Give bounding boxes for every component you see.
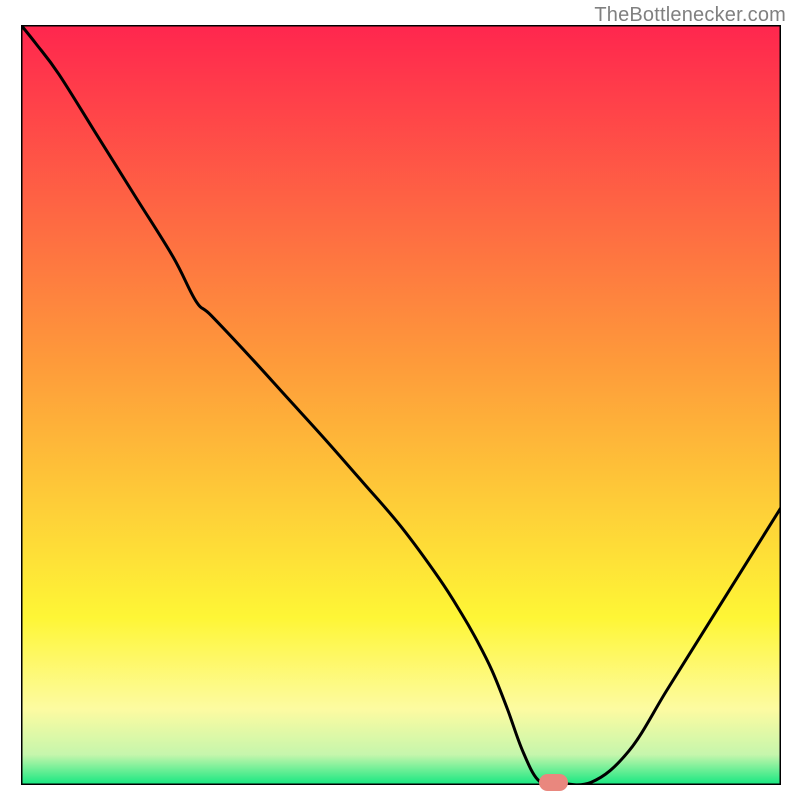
chart-svg	[21, 25, 781, 785]
bottleneck-chart	[21, 25, 781, 785]
optimal-point-marker	[539, 774, 568, 791]
attribution-text: TheBottlenecker.com	[594, 4, 786, 27]
chart-background-gradient	[21, 25, 781, 785]
